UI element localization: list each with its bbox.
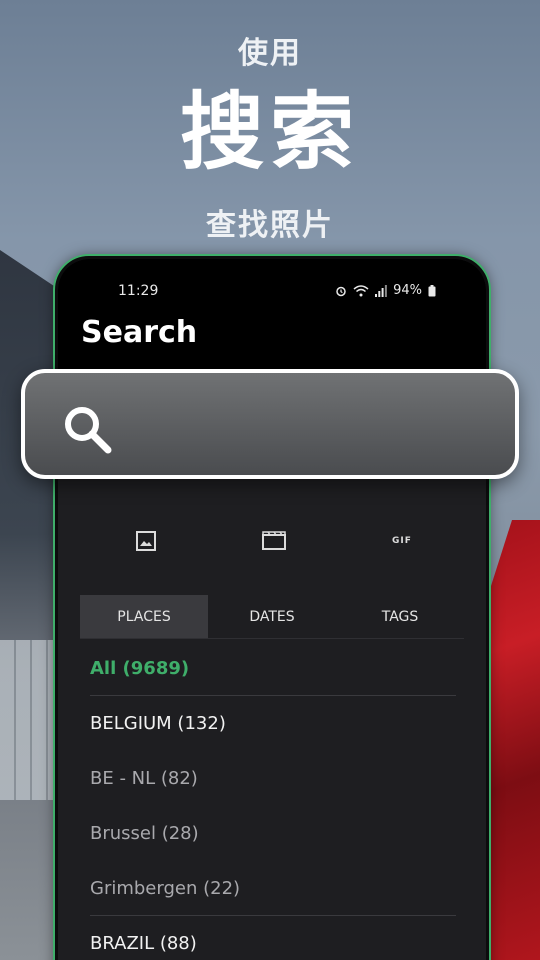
signal-icon xyxy=(375,284,387,297)
status-bar: 11:29 94% xyxy=(58,283,486,303)
photos-filter-button[interactable] xyxy=(126,521,166,561)
image-icon xyxy=(136,531,156,551)
screen-title: Search xyxy=(81,315,198,350)
place-item-brazil[interactable]: BRAZIL (88) xyxy=(90,916,456,960)
promo-subtitle: 查找照片 xyxy=(206,208,334,243)
place-item-brussel[interactable]: Brussel (28) xyxy=(90,806,456,861)
background-building xyxy=(0,250,60,960)
background-glass-facade xyxy=(0,640,56,800)
gif-label: GIF xyxy=(392,536,412,546)
tab-dates[interactable]: DATES xyxy=(208,595,336,638)
app-header: 11:29 94% Search xyxy=(58,259,486,369)
promo-top-text: 使用 xyxy=(238,36,302,71)
alarm-icon xyxy=(336,286,346,296)
search-input[interactable] xyxy=(21,369,519,479)
battery-icon xyxy=(428,284,436,296)
promo-main-title: 搜索 xyxy=(179,83,360,181)
status-icons: 94% xyxy=(335,283,436,298)
battery-percent: 94% xyxy=(393,283,422,298)
tab-places[interactable]: PLACES xyxy=(80,595,208,638)
place-item-grimbergen[interactable]: Grimbergen (22) xyxy=(90,861,456,916)
place-item-belgium[interactable]: BELGIUM (132) xyxy=(90,696,456,751)
place-item-all[interactable]: All (9689) xyxy=(90,641,456,696)
search-tabs: PLACES DATES TAGS xyxy=(80,595,464,639)
media-type-filters: GIF xyxy=(58,521,486,561)
video-icon xyxy=(262,531,286,550)
search-icon xyxy=(65,407,112,454)
phone-frame: 11:29 94% Search GIF PLACES DATES TAGS A… xyxy=(55,256,489,960)
status-time: 11:29 xyxy=(118,283,159,299)
place-item-be-nl[interactable]: BE - NL (82) xyxy=(90,751,456,806)
places-list: All (9689) BELGIUM (132) BE - NL (82) Br… xyxy=(90,641,456,960)
wifi-icon xyxy=(353,284,369,296)
gif-filter-button[interactable]: GIF xyxy=(382,521,422,561)
videos-filter-button[interactable] xyxy=(254,521,294,561)
tab-tags[interactable]: TAGS xyxy=(336,595,464,638)
